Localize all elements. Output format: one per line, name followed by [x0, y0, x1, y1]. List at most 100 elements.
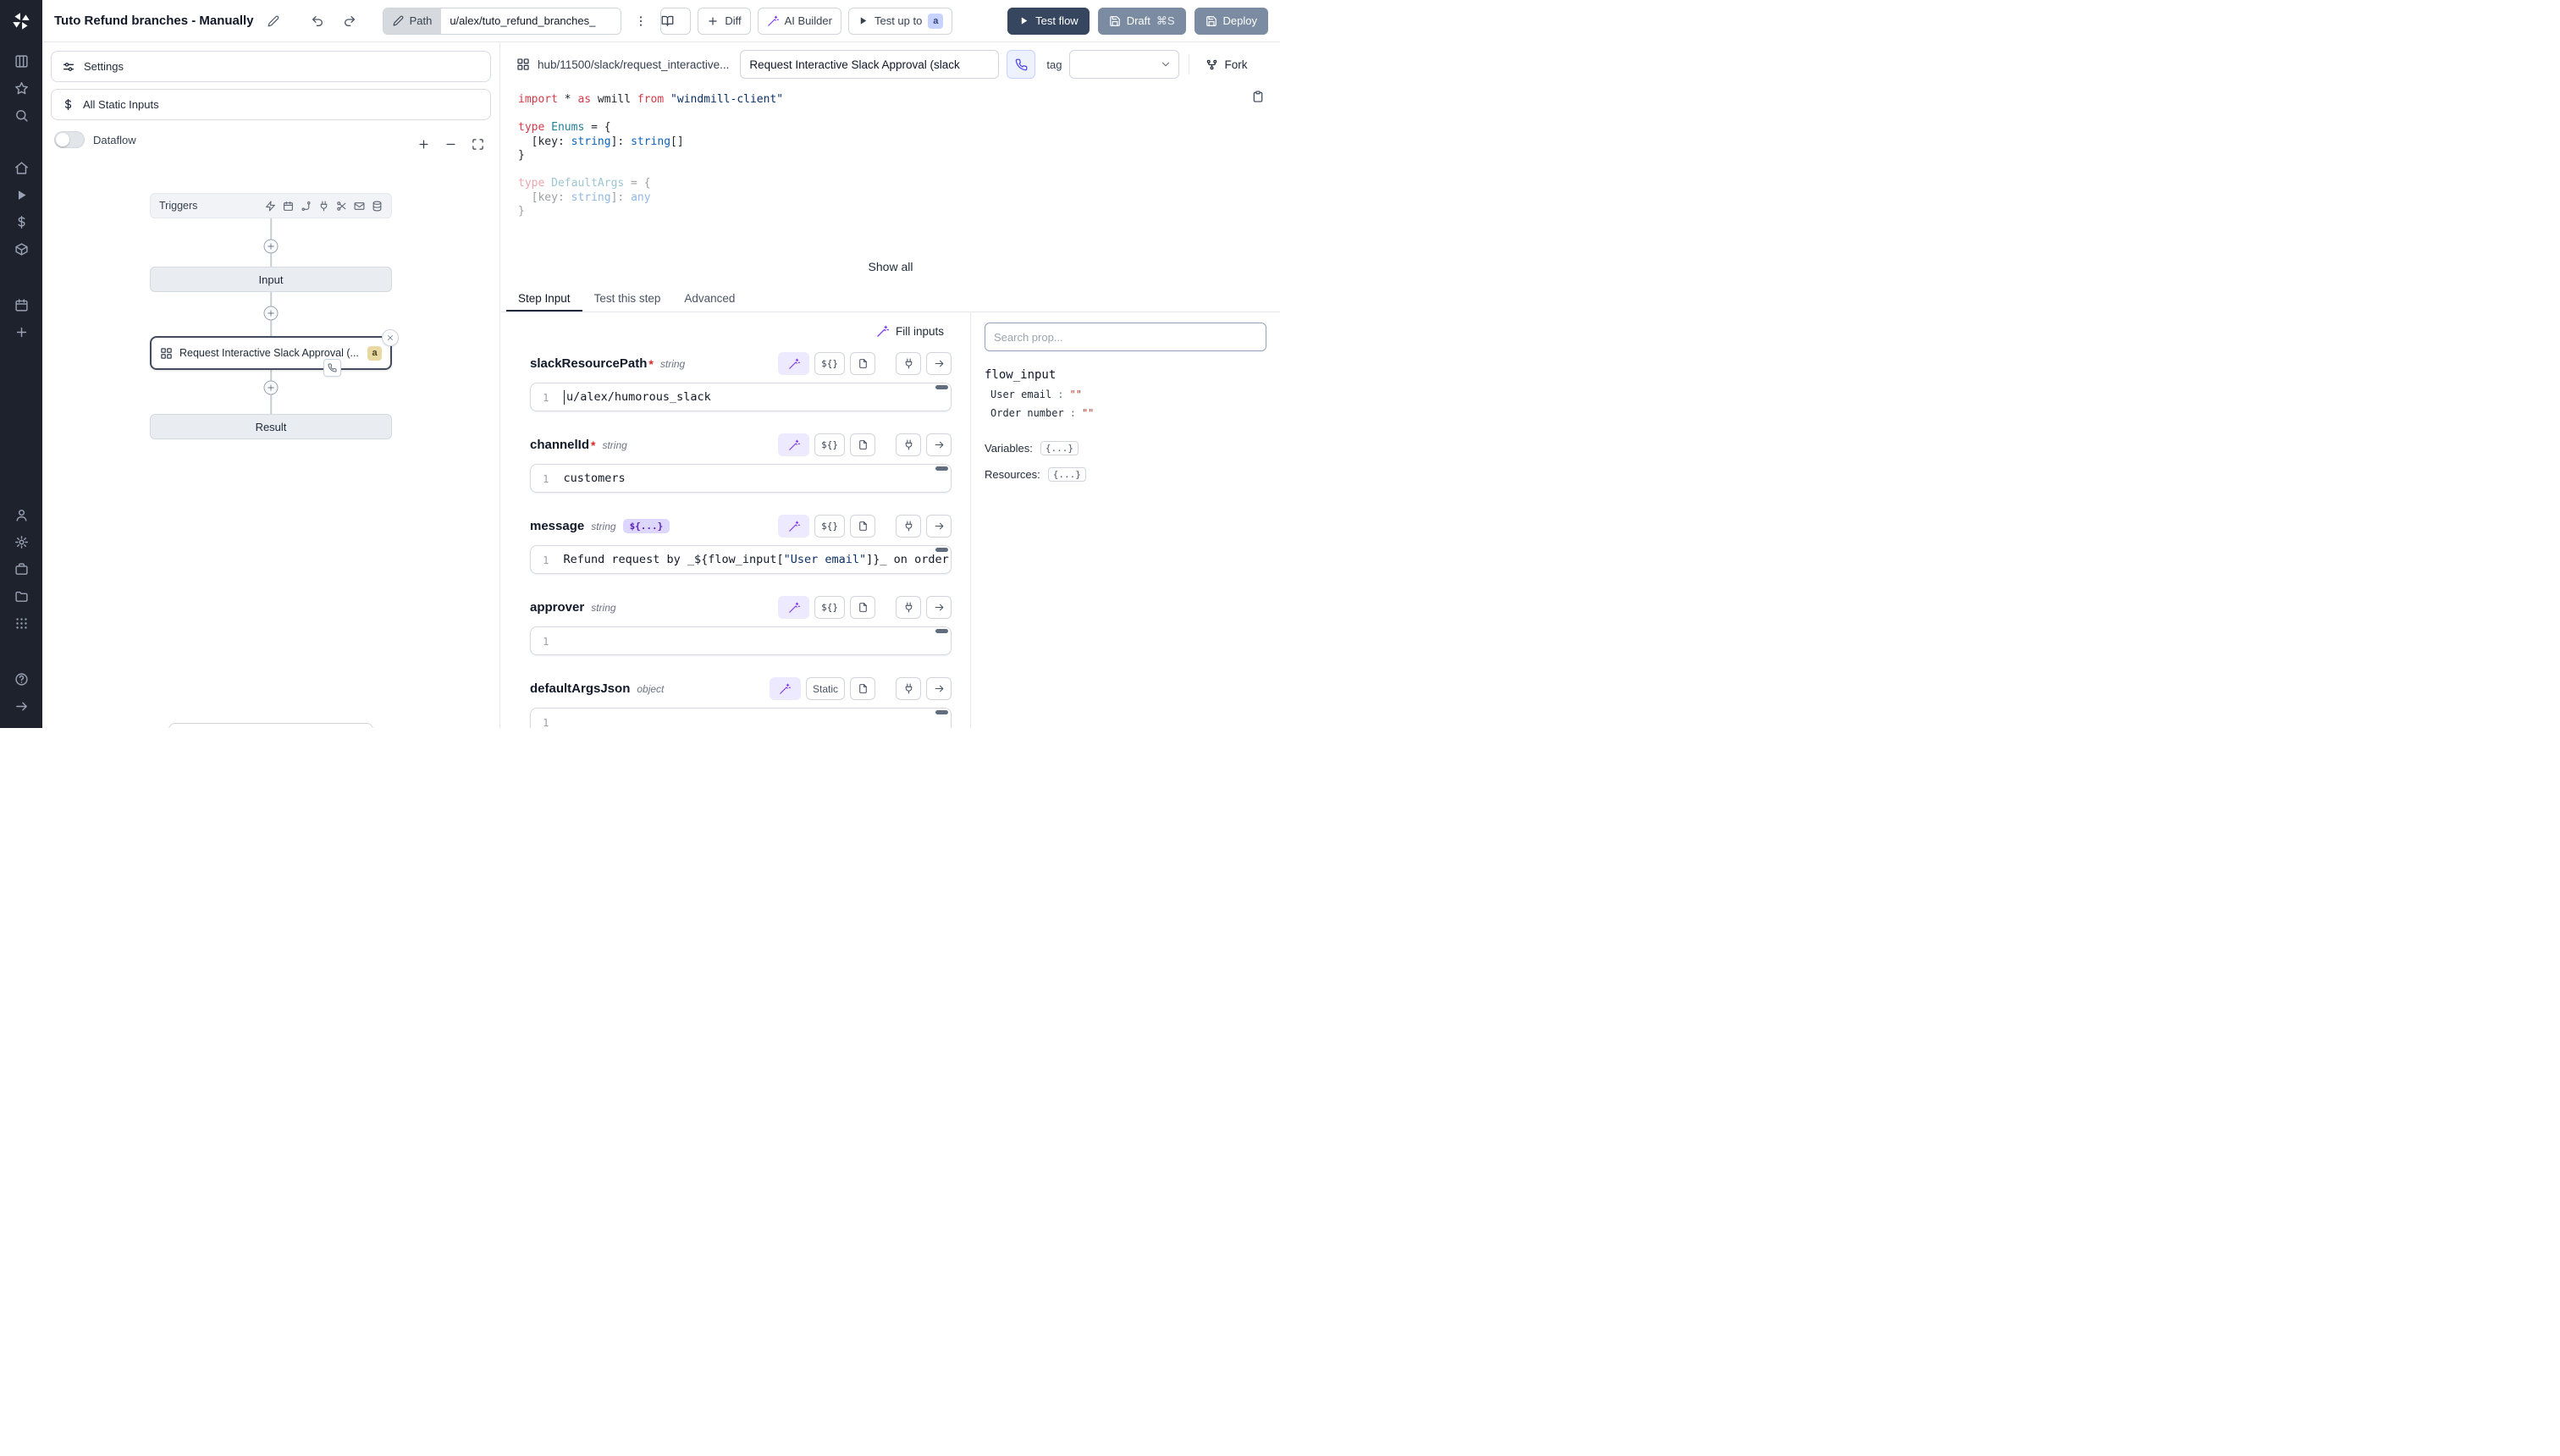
error-handler-node[interactable]: Error Handler: [168, 723, 373, 728]
undo-button[interactable]: [305, 8, 330, 34]
test-flow-button[interactable]: Test flow: [1007, 8, 1090, 35]
tab-advanced[interactable]: Advanced: [672, 284, 747, 312]
resources-section[interactable]: Resources: {...}: [985, 467, 1266, 482]
windmill-logo[interactable]: [7, 7, 36, 36]
connect-input-button[interactable]: [896, 352, 921, 375]
insert-var-button[interactable]: ${}: [814, 515, 845, 538]
field-editor[interactable]: 1: [530, 626, 952, 655]
triggers-node[interactable]: Triggers: [150, 193, 392, 218]
insert-step-button[interactable]: [264, 306, 279, 321]
ai-builder-button[interactable]: AI Builder: [758, 8, 841, 35]
redo-button[interactable]: [337, 8, 362, 34]
apps-grid-icon[interactable]: [7, 609, 36, 637]
flow-input-root[interactable]: flow_input: [985, 368, 1266, 382]
zoom-in-button[interactable]: [413, 134, 433, 154]
users-icon[interactable]: [7, 501, 36, 528]
tab-test-this-step[interactable]: Test this step: [582, 284, 673, 312]
step-name-input[interactable]: [740, 50, 999, 79]
phone-call-button[interactable]: [1007, 50, 1035, 79]
ai-fill-button[interactable]: [778, 433, 809, 456]
workers-briefcase-icon[interactable]: [7, 555, 36, 582]
resources-icon[interactable]: [7, 235, 36, 262]
editor-scrollbar-thumb[interactable]: [935, 466, 948, 471]
variables-icon[interactable]: [7, 208, 36, 235]
field-editor[interactable]: 1 Refund request by _${flow_input["User …: [530, 545, 952, 574]
connect-input-button[interactable]: [896, 515, 921, 538]
all-static-inputs-row[interactable]: All Static Inputs: [51, 89, 491, 120]
runs-icon[interactable]: [7, 181, 36, 208]
docs-button[interactable]: [850, 352, 875, 375]
remove-step-button[interactable]: [382, 329, 399, 346]
create-plus-icon[interactable]: [7, 318, 36, 345]
diff-button[interactable]: Diff: [698, 8, 750, 35]
required-star: *: [591, 438, 595, 452]
fit-view-button[interactable]: [467, 134, 488, 154]
editor-scrollbar-thumb[interactable]: [935, 385, 948, 389]
dataflow-toggle[interactable]: [54, 131, 85, 148]
test-up-to-button[interactable]: Test up to a: [848, 8, 952, 35]
field-editor[interactable]: 1: [530, 708, 952, 728]
connect-input-button[interactable]: [896, 596, 921, 619]
docs-button[interactable]: [850, 515, 875, 538]
folders-icon[interactable]: [7, 582, 36, 609]
tag-select[interactable]: [1069, 50, 1179, 79]
variables-section[interactable]: Variables: {...}: [985, 441, 1266, 455]
draft-button[interactable]: Draft ⌘S: [1098, 8, 1186, 35]
copy-code-button[interactable]: [1251, 90, 1265, 108]
more-menu-button[interactable]: [628, 8, 654, 34]
path-edit-button[interactable]: Path: [383, 8, 442, 34]
fill-inputs-button[interactable]: Fill inputs: [869, 321, 952, 342]
arrow-connect-button[interactable]: [926, 433, 952, 456]
result-node[interactable]: Result: [150, 414, 392, 439]
static-mode-button[interactable]: Static: [806, 677, 845, 700]
editor-scrollbar-thumb[interactable]: [935, 629, 948, 633]
docs-button[interactable]: [850, 596, 875, 619]
prop-entry-user-email[interactable]: User email : "": [985, 389, 1266, 400]
docs-button[interactable]: [660, 8, 691, 35]
editor-scrollbar-thumb[interactable]: [935, 548, 948, 552]
deploy-button[interactable]: Deploy: [1194, 8, 1268, 35]
fork-button[interactable]: Fork: [1199, 53, 1254, 76]
search-prop-input[interactable]: [985, 323, 1266, 351]
arrow-connect-button[interactable]: [926, 515, 952, 538]
connect-input-button[interactable]: [896, 677, 921, 700]
favorites-star-icon[interactable]: [7, 74, 36, 102]
hub-path-link[interactable]: hub/11500/slack/request_interactive...: [513, 50, 732, 79]
editor-scrollbar-thumb[interactable]: [935, 710, 948, 714]
zoom-out-button[interactable]: [440, 134, 461, 154]
show-all-button[interactable]: Show all: [858, 255, 924, 279]
insert-step-button[interactable]: [264, 240, 279, 254]
edit-title-button[interactable]: [261, 8, 286, 34]
insert-var-button[interactable]: ${}: [814, 433, 845, 456]
connect-input-button[interactable]: [896, 433, 921, 456]
docs-button[interactable]: [850, 433, 875, 456]
path-input[interactable]: [441, 8, 621, 34]
search-icon[interactable]: [7, 102, 36, 129]
expand-sidebar-icon[interactable]: [7, 692, 36, 720]
schedules-icon[interactable]: [7, 291, 36, 318]
field-editor[interactable]: 1 u/alex/humorous_slack: [530, 383, 952, 411]
hub-icon: [516, 58, 530, 71]
settings-gear-icon[interactable]: [7, 528, 36, 555]
ai-fill-button[interactable]: [778, 596, 809, 619]
docs-button[interactable]: [850, 677, 875, 700]
flow-settings-row[interactable]: Settings: [51, 51, 491, 82]
input-node[interactable]: Input: [150, 267, 392, 292]
boards-icon[interactable]: [7, 47, 36, 74]
arrow-connect-button[interactable]: [926, 677, 952, 700]
ai-fill-button[interactable]: [778, 515, 809, 538]
ai-fill-button[interactable]: [778, 352, 809, 375]
prop-entry-order-number[interactable]: Order number : "": [985, 407, 1266, 419]
arrow-connect-button[interactable]: [926, 596, 952, 619]
field-editor[interactable]: 1 customers: [530, 464, 952, 493]
code-preview[interactable]: import * as wmill from "windmill-client"…: [501, 81, 1280, 284]
insert-step-button[interactable]: [264, 381, 279, 395]
insert-var-button[interactable]: ${}: [814, 352, 845, 375]
slack-approval-step-node[interactable]: Request Interactive Slack Approval (... …: [150, 336, 392, 370]
insert-var-button[interactable]: ${}: [814, 596, 845, 619]
tab-step-input[interactable]: Step Input: [506, 284, 582, 312]
arrow-connect-button[interactable]: [926, 352, 952, 375]
help-icon[interactable]: [7, 665, 36, 692]
home-icon[interactable]: [7, 154, 36, 181]
ai-fill-button[interactable]: [770, 677, 801, 700]
